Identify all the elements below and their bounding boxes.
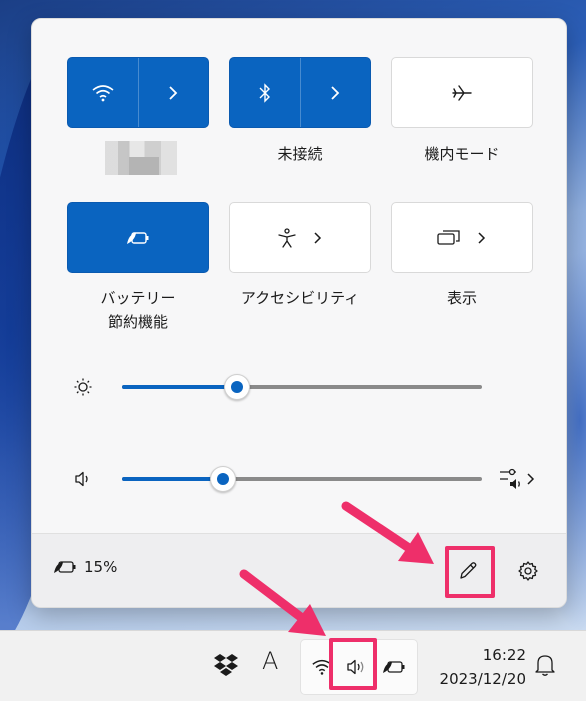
wifi-tile[interactable] <box>67 57 209 128</box>
clock-date: 2023/12/20 <box>439 670 526 688</box>
battery-saver-icon <box>127 231 149 244</box>
sound-output-button[interactable] <box>498 466 542 492</box>
annotation-arrow <box>341 501 434 564</box>
ime-indicator[interactable]: A <box>262 647 278 675</box>
cast-icon <box>437 229 460 245</box>
cast-label: 表示 <box>446 289 477 307</box>
brightness-slider[interactable] <box>122 374 482 400</box>
airplane-mode-label: 機内モード <box>424 145 500 163</box>
gear-icon <box>518 561 538 581</box>
chevron-right-icon <box>314 231 322 244</box>
bluetooth-toggle[interactable] <box>230 58 300 127</box>
clock-time: 16:22 <box>482 646 526 664</box>
battery-status[interactable]: 15% <box>52 558 117 576</box>
chevron-right-icon <box>331 85 340 100</box>
volume-control <box>72 464 552 494</box>
accessibility-label: アクセシビリティ <box>240 289 360 307</box>
dropbox-icon[interactable] <box>212 651 240 679</box>
bluetooth-icon <box>259 82 270 103</box>
wifi-toggle[interactable] <box>68 58 138 127</box>
settings-button[interactable] <box>510 553 546 589</box>
bluetooth-label: 未接続 <box>277 145 323 163</box>
volume-slider-thumb[interactable] <box>210 466 236 492</box>
battery-saver-label: バッテリー 節約機能 <box>100 289 176 331</box>
chevron-right-icon <box>527 473 535 485</box>
battery-percent: 15% <box>84 558 118 576</box>
volume-slider-fill <box>122 477 223 481</box>
bluetooth-expand-button[interactable] <box>301 58 371 127</box>
brightness-slider-thumb[interactable] <box>224 374 250 400</box>
accessibility-tile[interactable] <box>229 202 371 273</box>
airplane-mode-tile[interactable] <box>391 57 533 128</box>
battery-saver-tile[interactable] <box>67 202 209 273</box>
bell-icon <box>535 655 555 676</box>
airplane-icon <box>452 84 472 101</box>
brightness-slider-fill <box>122 385 237 389</box>
notification-button[interactable] <box>534 653 556 681</box>
sound-output-icon <box>500 468 520 489</box>
bluetooth-tile[interactable] <box>229 57 371 128</box>
pencil-highlight-box <box>445 546 495 598</box>
wifi-network-label <box>105 141 177 175</box>
brightness-icon <box>72 376 94 398</box>
chevron-right-icon <box>478 231 486 244</box>
quick-settings-panel: 未接続 機内モード バッテリー 節約機能 アクセシビリティ 表示 15% <box>31 18 567 608</box>
wifi-icon <box>92 84 114 101</box>
battery-saver-icon <box>54 561 76 573</box>
cast-tile[interactable] <box>391 202 533 273</box>
brightness-control <box>72 372 552 402</box>
speaker-highlight-box <box>329 638 377 690</box>
speaker-icon <box>72 468 94 490</box>
taskbar-clock[interactable]: 16:22 2023/12/20 <box>426 643 526 691</box>
accessibility-icon <box>278 227 296 248</box>
battery-saver-icon <box>383 661 405 673</box>
taskbar: A 16:22 2023/12/20 <box>0 630 586 701</box>
annotation-arrow <box>239 569 326 636</box>
chevron-right-icon <box>169 85 178 100</box>
volume-slider[interactable] <box>122 466 482 492</box>
wifi-expand-button[interactable] <box>139 58 209 127</box>
